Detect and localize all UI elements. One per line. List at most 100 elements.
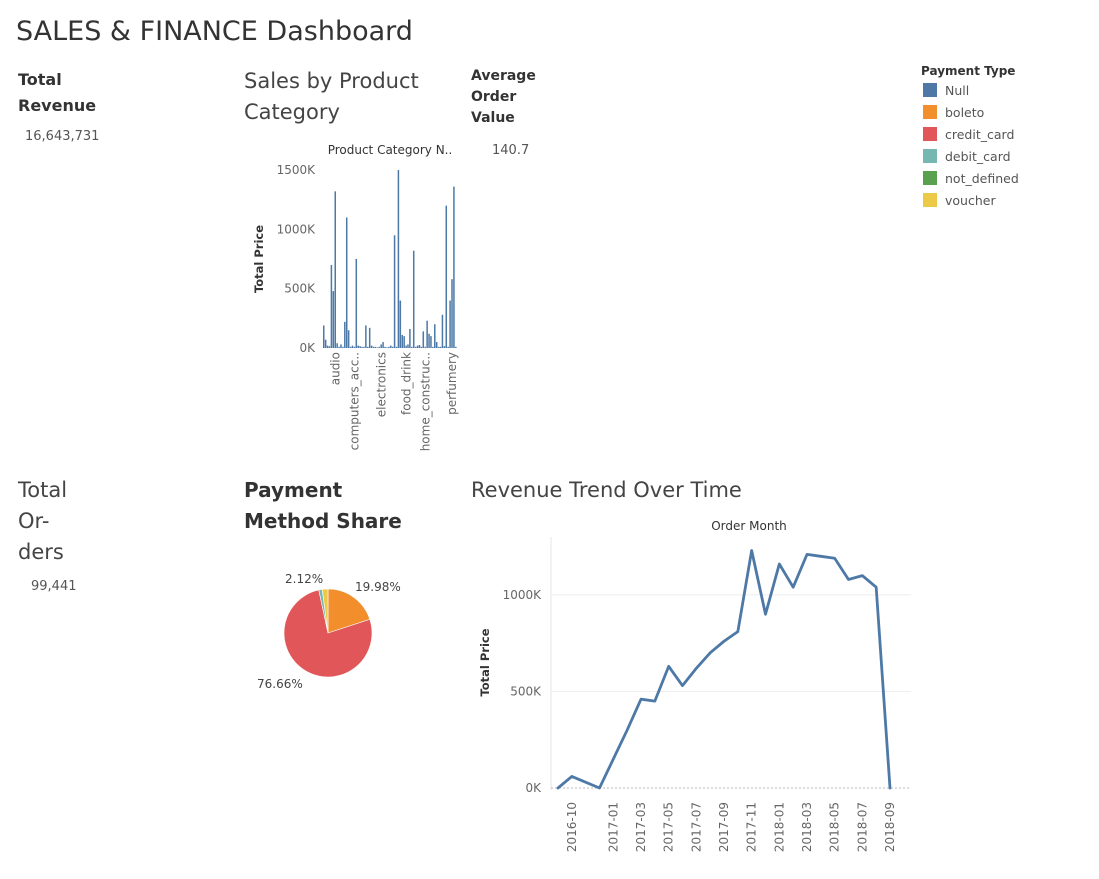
- bar: [376, 347, 379, 348]
- line-x-tick-label: 2017-01: [606, 802, 620, 852]
- bar: [445, 205, 448, 348]
- legend-swatch: [923, 171, 937, 185]
- bar-x-tick-label: audio: [328, 352, 342, 385]
- payment-type-legend[interactable]: Payment Type Null boleto credit_card debit_…: [921, 64, 1019, 211]
- bar: [359, 346, 361, 348]
- legend-items: Null boleto credit_card debit_card not_defin…: [921, 79, 1019, 211]
- kpi-average-order-value-value: 140.7: [492, 143, 530, 158]
- line-x-tick-label: 2018-01: [772, 802, 786, 852]
- legend-item-boleto[interactable]: boleto: [921, 101, 1019, 123]
- line-y-tick-label: 0K: [525, 781, 542, 795]
- bar: [407, 344, 409, 348]
- bar: [435, 342, 438, 348]
- bar: [374, 346, 377, 348]
- bar-x-tick-label: food_drink: [399, 352, 413, 415]
- payment-share-title: Payment Method Share: [244, 475, 402, 537]
- bar: [334, 191, 336, 348]
- bar: [332, 291, 335, 348]
- bar-y-tick-label: 1500K: [277, 163, 317, 177]
- bar: [409, 329, 411, 348]
- bar-x-tick-label: computers_acc..: [348, 352, 362, 450]
- legend-swatch: [923, 105, 937, 119]
- bar: [361, 346, 363, 348]
- bar: [336, 343, 338, 348]
- bar: [414, 346, 417, 348]
- revenue-trend-chart: Order Month 0K 500K 1000K Total Price 2016-10…: [478, 519, 911, 852]
- legend-item-voucher[interactable]: voucher: [921, 189, 1019, 211]
- bar: [340, 344, 342, 348]
- revenue-series-line: [556, 549, 892, 790]
- bar: [428, 333, 430, 348]
- bar: [388, 346, 390, 348]
- kpi-aov-label-line2: Order: [471, 89, 517, 105]
- legend-label: credit_card: [945, 126, 1015, 142]
- bar: [367, 346, 369, 348]
- bar: [384, 346, 386, 348]
- kpi-total-orders-label-line3: ders: [18, 540, 64, 564]
- bar: [365, 325, 367, 348]
- legend-label: debit_card: [945, 148, 1011, 164]
- legend-item-credit-card[interactable]: credit_card: [921, 123, 1019, 145]
- bar: [328, 346, 331, 348]
- payment-share-pie-chart: 19.98% 76.66% 2.12%: [257, 572, 401, 691]
- bar: [405, 345, 407, 348]
- line-x-tick-label: 2017-07: [689, 802, 703, 852]
- sales-by-category-chart: Product Category N.. 0K 500K 1000K 1500K Tota…: [252, 143, 459, 451]
- bar: [439, 346, 442, 348]
- bar: [345, 217, 348, 348]
- line-y-tick-label: 500K: [510, 684, 542, 698]
- bar: [437, 346, 440, 348]
- bar: [451, 279, 453, 348]
- bar: [386, 347, 388, 348]
- bar-x-tick-label: home_construc..: [418, 352, 432, 451]
- legend-item-not-defined[interactable]: not_defined: [921, 167, 1019, 189]
- bar: [380, 344, 382, 348]
- bar: [432, 346, 434, 348]
- bar: [441, 314, 444, 348]
- line-x-tick-label: 2018-03: [800, 802, 814, 852]
- bar: [424, 346, 426, 348]
- bar: [455, 346, 457, 348]
- line-x-tick-label: 2018-07: [855, 802, 869, 852]
- bar-y-axis-label: Total Price: [252, 225, 266, 293]
- bar: [351, 345, 354, 348]
- bar: [453, 186, 455, 348]
- bar: [349, 346, 352, 348]
- legend-item-null[interactable]: Null: [921, 79, 1019, 101]
- bar: [449, 300, 451, 348]
- bar: [330, 264, 333, 348]
- bar: [420, 346, 423, 348]
- legend-label: Null: [945, 82, 970, 98]
- legend-item-debit-card[interactable]: debit_card: [921, 145, 1019, 167]
- line-x-tick-label: 2018-05: [828, 802, 842, 852]
- legend-label: boleto: [945, 104, 985, 120]
- payment-share-title-line2: Method Share: [244, 509, 402, 533]
- kpi-total-orders-label: Total Or- ders: [18, 475, 67, 568]
- kpi-total-revenue-label-line1: Total: [18, 70, 62, 89]
- bar: [357, 345, 359, 348]
- kpi-average-order-value-label: Average Order Value: [471, 66, 536, 129]
- sales-by-category-title-line2: Category: [244, 100, 340, 124]
- bar-y-tick-label: 500K: [284, 282, 316, 296]
- bar: [403, 336, 405, 348]
- line-x-tick-label: 2017-05: [662, 802, 676, 852]
- bar: [411, 346, 413, 348]
- bar-chart-title: Product Category N..: [328, 143, 453, 157]
- kpi-total-orders-value: 99,441: [31, 579, 77, 594]
- line-x-tick-label: 2016-10: [565, 802, 579, 852]
- bar: [443, 346, 446, 348]
- bar-y-tick-label: 0K: [299, 341, 316, 355]
- legend-title: Payment Type: [921, 64, 1016, 78]
- legend-label: not_defined: [945, 170, 1019, 186]
- legend-label: voucher: [945, 192, 996, 208]
- bar: [393, 235, 396, 348]
- bar: [382, 342, 384, 348]
- bar-y-tick-label: 1000K: [277, 222, 317, 236]
- kpi-aov-label-line3: Value: [471, 110, 515, 126]
- kpi-total-revenue-label-line2: Revenue: [18, 96, 97, 115]
- legend-swatch: [923, 127, 937, 141]
- bar: [422, 331, 425, 348]
- bar-x-tick-label: perfumery: [445, 352, 459, 415]
- bar: [378, 346, 381, 348]
- kpi-total-revenue-value: 16,643,731: [25, 129, 100, 144]
